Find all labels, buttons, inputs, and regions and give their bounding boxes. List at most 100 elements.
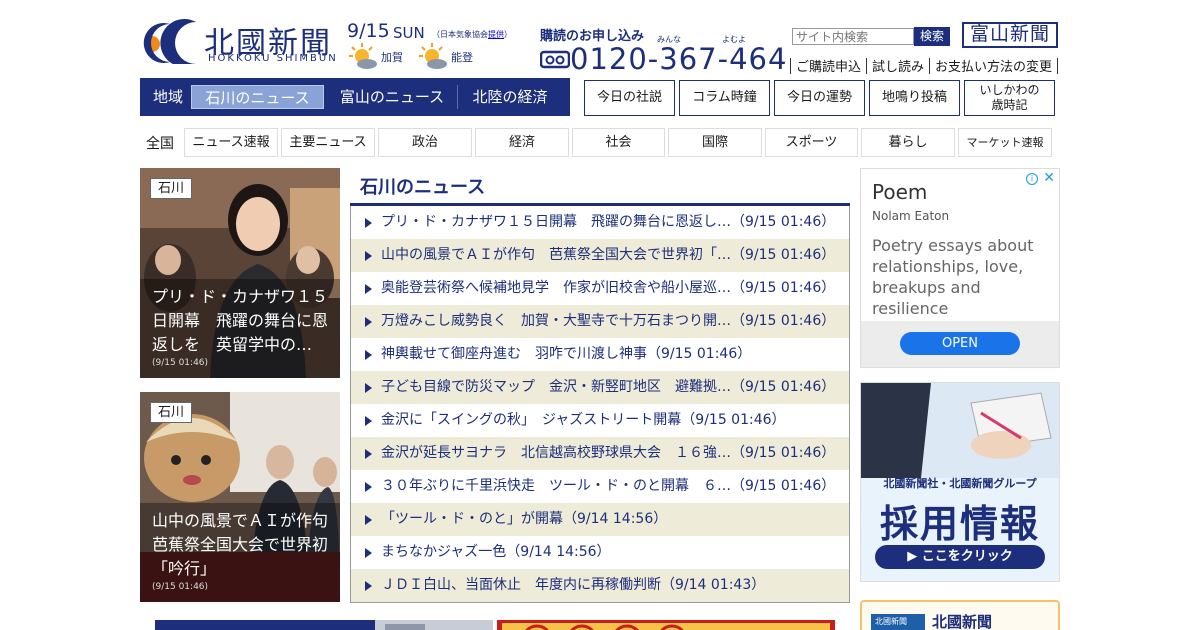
reader-posts-button[interactable]: 地鳴り投稿 [869, 80, 960, 116]
jma-link[interactable]: 提供 [488, 30, 504, 39]
recruitment-photo [861, 383, 1059, 478]
banner-art [375, 620, 493, 630]
news-item[interactable]: ３０年ぶりに千里浜快走 ツール・ド・のと開幕 ６…（9/15 01:46） [351, 470, 849, 503]
ad-footer: OPEN [861, 321, 1059, 367]
photo-story-2[interactable]: 石川 山中の風景でＡＩが作句 芭蕉祭全国大会で世界初「吟行」 (9/15 01:… [140, 392, 340, 602]
recruitment-banner[interactable]: 北國新聞社・北國新聞グループ 採用情報 ▶ ここをクリック [860, 382, 1060, 582]
tab-top-news[interactable]: 主要ニュース [281, 128, 375, 157]
news-section-title: 石川のニュース [360, 177, 486, 198]
weather-kaga[interactable]: 加賀 [348, 42, 403, 72]
site-search-input[interactable] [792, 28, 914, 45]
payment-change-link[interactable]: お支払い方法の変更 [935, 60, 1052, 75]
news-item[interactable]: まちなかジャズ一色（9/14 14:56） [351, 536, 849, 569]
arrow-right-icon [365, 548, 372, 558]
story-timestamp: (9/15 01:46) [152, 358, 209, 368]
date: 9/15 [347, 20, 390, 42]
tab-ishikawa-news[interactable]: 石川のニュース [191, 85, 324, 109]
story-headline[interactable]: プリ・ド・カナザワ１５日開幕 飛躍の舞台に恩返しを 英留学中の… [152, 285, 328, 357]
news-item[interactable]: 奥能登芸術祭へ候補地見学 作家が旧校舎や船小屋巡…（9/15 01:46） [351, 272, 849, 305]
tab-politics[interactable]: 政治 [378, 128, 472, 157]
promo-thumbnail: 北國新聞 [871, 614, 925, 630]
open-button[interactable]: OPEN [900, 332, 1020, 355]
arrow-right-icon [365, 251, 372, 261]
logo-mark-icon [143, 19, 196, 64]
telephone-icon [540, 50, 570, 69]
news-item[interactable]: 万燈みこし威勢良く 加賀・大聖寺で十万石まつり開…（9/15 01:46） [351, 305, 849, 338]
arrow-right-icon [365, 317, 372, 327]
story-caption: プリ・ド・カナザワ１５日開幕 飛躍の舞台に恩返しを 英留学中の… (9/15 0… [140, 279, 340, 378]
tab-market-news[interactable]: マーケット速報 [958, 128, 1052, 157]
banner-art [502, 623, 830, 630]
horoscope-button[interactable]: 今日の運勢 [774, 80, 865, 116]
tab-breaking-news[interactable]: ニュース速報 [184, 128, 278, 157]
news-item[interactable]: 金沢が延長サヨナラ 北信越高校野球県大会 １６強…（9/15 01:46） [351, 437, 849, 470]
story-timestamp: (9/15 01:46) [152, 582, 209, 592]
arrow-right-icon [365, 581, 372, 591]
promo-title: 北國新聞 [932, 613, 993, 630]
hokkoku-logo[interactable]: 北國新聞 HOKKOKU SHIMBUN [140, 14, 340, 68]
tab-lifestyle[interactable]: 暮らし [861, 128, 955, 157]
phone-line[interactable]: 0120-367-464 [540, 42, 787, 76]
bottom-banner-left[interactable] [155, 620, 493, 630]
weather-area-label: 能登 [451, 51, 473, 64]
region-tag: 石川 [150, 402, 193, 423]
region-label: 地域 [152, 88, 183, 106]
arrow-right-icon [365, 482, 372, 492]
arrow-right-icon [365, 350, 372, 360]
bottom-banner-right[interactable] [497, 620, 835, 630]
weather-noto[interactable]: 能登 [418, 42, 473, 72]
arrow-right-icon [365, 416, 372, 426]
news-item[interactable]: ＪＤＩ白山、当面休止 年度内に再稼働判断（9/14 01:43） [351, 569, 849, 602]
close-icon[interactable]: ✕ [1043, 170, 1055, 186]
news-item[interactable]: 子ども目線で防災マップ 金沢・新竪町地区 避難拠…（9/15 01:46） [351, 371, 849, 404]
news-item[interactable]: 「ツール・ド・のと」が開幕（9/14 14:56） [351, 503, 849, 536]
hokkoku-promo-box[interactable]: 北國新聞 北國新聞 [860, 600, 1060, 630]
arrow-right-icon [365, 284, 372, 294]
news-list: プリ・ド・カナザワ１５日開幕 飛躍の舞台に恩返し…（9/15 01:46） 山中… [350, 206, 850, 603]
jma-credit: （日本気象協会提供） [432, 30, 512, 39]
tab-economy[interactable]: 経済 [475, 128, 569, 157]
news-item[interactable]: 山中の風景でＡＩが作句 芭蕉祭全国大会で世界初「…（9/15 01:46） [351, 239, 849, 272]
region-tag: 石川 [150, 178, 193, 199]
arrow-right-icon [365, 218, 372, 228]
tab-society[interactable]: 社会 [572, 128, 665, 157]
news-item[interactable]: プリ・ド・カナザワ１５日開幕 飛躍の舞台に恩返し…（9/15 01:46） [351, 206, 849, 239]
tab-international[interactable]: 国際 [668, 128, 762, 157]
region-nav: 地域 石川のニュース 富山のニュース 北陸の経済 [140, 78, 570, 116]
story-headline[interactable]: 山中の風景でＡＩが作句 芭蕉祭全国大会で世界初「吟行」 [152, 509, 340, 581]
divider [866, 57, 868, 74]
ad-info-icon[interactable]: i [1026, 173, 1038, 185]
news-item[interactable]: 金沢に「スイングの秋」 ジャズストリート開幕（9/15 01:46） [351, 404, 849, 437]
subscription-links: ご購読申込 試し読み お支払い方法の変更 [785, 56, 1063, 75]
divider [790, 57, 791, 74]
phone-number: 0120-367-464 [570, 42, 788, 76]
column-jisho-button[interactable]: コラム時鐘 [679, 80, 770, 116]
divider [929, 57, 931, 74]
arrow-right-icon [365, 515, 372, 525]
recruit-heading: 採用情報 [879, 502, 1040, 546]
divider [1057, 57, 1059, 74]
toyama-shimbun-logo[interactable]: 富山新聞 [962, 22, 1058, 48]
category-label: 全国 [146, 136, 174, 152]
ad-title: Poem [872, 180, 928, 204]
sun-cloud-icon [419, 43, 447, 69]
search-button[interactable]: 検索 [914, 27, 950, 46]
tab-sports[interactable]: スポーツ [765, 128, 858, 157]
weekday: SUN [393, 24, 425, 42]
tab-toyama-news[interactable]: 富山のニュース [327, 85, 457, 109]
subscribe-link[interactable]: ご購読申込 [796, 60, 861, 75]
divider [457, 85, 458, 109]
logo-subtitle: HOKKOKU SHIMBUN [208, 53, 338, 64]
tab-hokuriku-economy[interactable]: 北陸の経済 [460, 85, 560, 109]
ishikawa-almanac-button[interactable]: いしかわの 歳時記 [964, 80, 1055, 116]
trial-link[interactable]: 試し読み [872, 60, 924, 75]
ad-description: Poetry essays about relationships, love,… [872, 236, 1034, 318]
editorial-button[interactable]: 今日の社説 [584, 80, 675, 116]
news-item[interactable]: 神輿載せて御座舟進む 羽咋で川渡し神事（9/15 01:46） [351, 338, 849, 371]
ad-author: Nolam Eaton [872, 209, 950, 223]
poem-ad[interactable]: i ✕ Poem Nolam Eaton Poetry essays about… [860, 168, 1060, 368]
click-here-button[interactable]: ▶ ここをクリック [875, 545, 1045, 569]
photo-story-1[interactable]: 石川 プリ・ド・カナザワ１５日開幕 飛躍の舞台に恩返しを 英留学中の… (9/1… [140, 168, 340, 378]
story-caption: 山中の風景でＡＩが作句 芭蕉祭全国大会で世界初「吟行」 (9/15 01:46) [140, 503, 340, 602]
weather-area-label: 加賀 [381, 51, 403, 64]
